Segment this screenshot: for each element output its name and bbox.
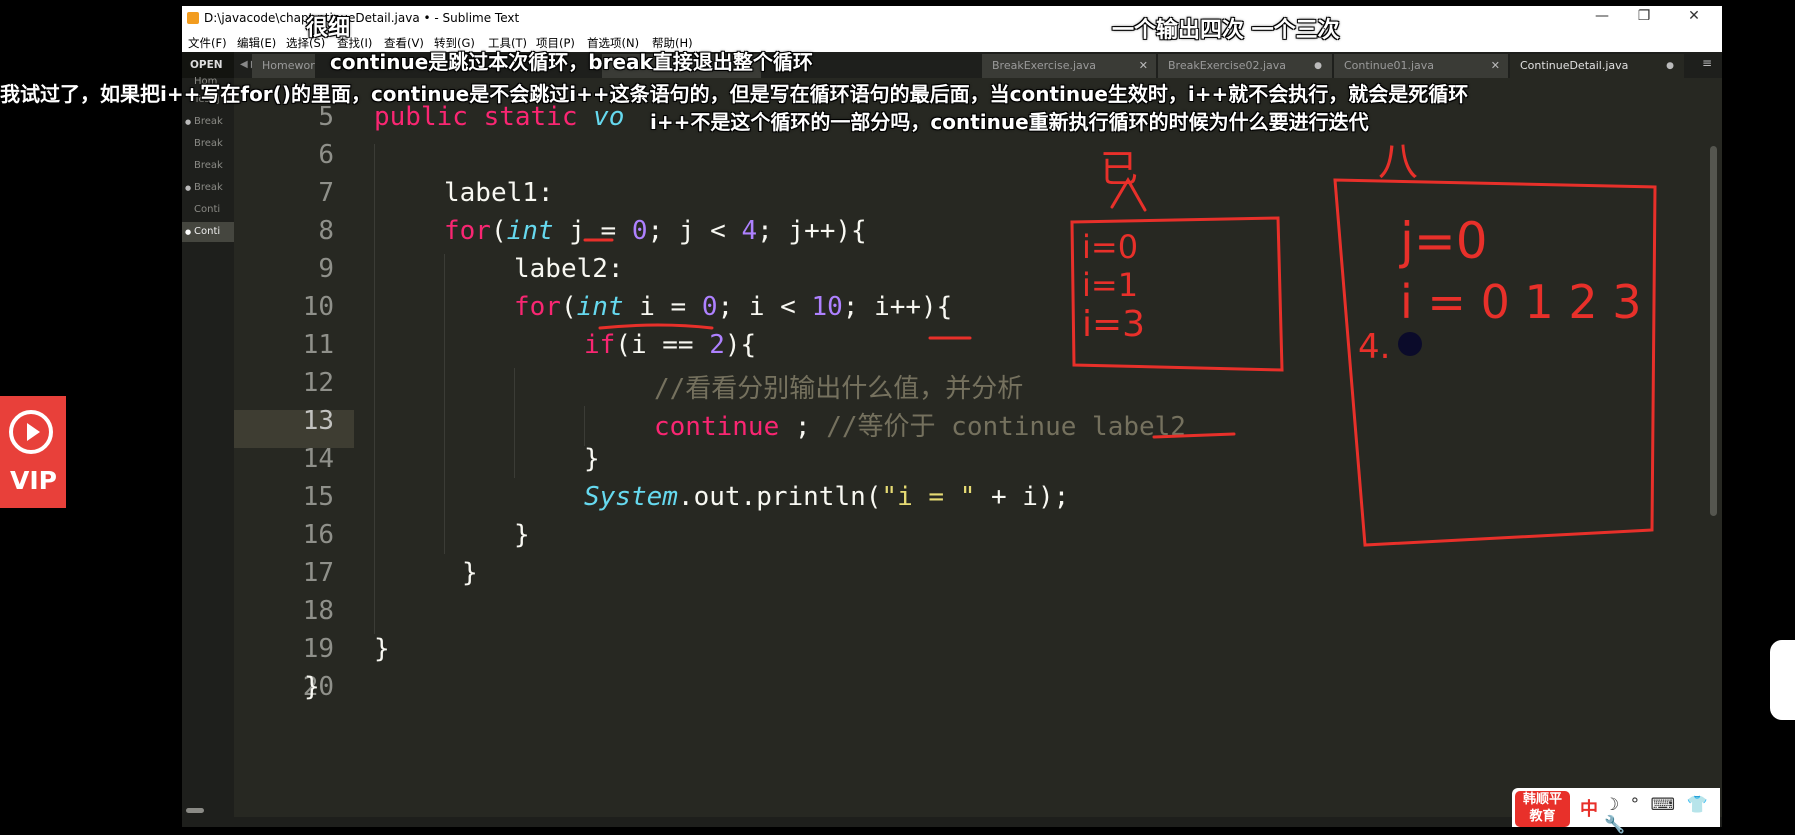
ime-language-indicator[interactable]: 中 — [1580, 795, 1598, 821]
subtitle-comment: 很细 — [306, 16, 351, 41]
annotation-text: i = 0 1 2 3 — [1400, 275, 1642, 329]
annotation-text: i=3 — [1082, 304, 1145, 345]
subtitle-comment: 我试过了，如果把i++写在for()的里面，continue是不会跳过i++这条… — [0, 82, 1469, 106]
annotation-text: 4. — [1358, 327, 1390, 367]
brand-logo: 韩顺平 教育 — [1515, 791, 1570, 827]
annotation-box2-head: 八 — [1378, 139, 1418, 185]
cursor-dot-icon — [1398, 332, 1422, 356]
subtitle-comment: i++不是这个循环的一部分吗，continue重新执行循环的时候为什么要进行迭代 — [650, 110, 1369, 134]
annotation-text: j=0 — [1399, 212, 1488, 270]
annotation-text: i=0 — [1082, 228, 1138, 266]
side-widget[interactable] — [1770, 640, 1795, 720]
brand-toolbar: 韩顺平 教育 中 ☽ ° ⌨ 👕 🔧 — [1512, 788, 1720, 835]
annotation-box1-head: 已 — [1100, 147, 1138, 191]
underline-label2 — [1152, 432, 1236, 439]
underline-int-i — [598, 323, 714, 330]
ime-toolbar-icons[interactable]: ☽ ° ⌨ 👕 🔧 — [1604, 795, 1720, 835]
subtitle-comment: 一个输出四次 一个三次 — [1112, 18, 1340, 43]
annotation-text: i=1 — [1082, 266, 1138, 304]
vip-label: VIP — [10, 466, 57, 495]
vip-badge[interactable]: VIP — [0, 396, 66, 508]
subtitle-comment: continue是跳过本次循环，break直接退出整个循环 — [330, 50, 813, 74]
